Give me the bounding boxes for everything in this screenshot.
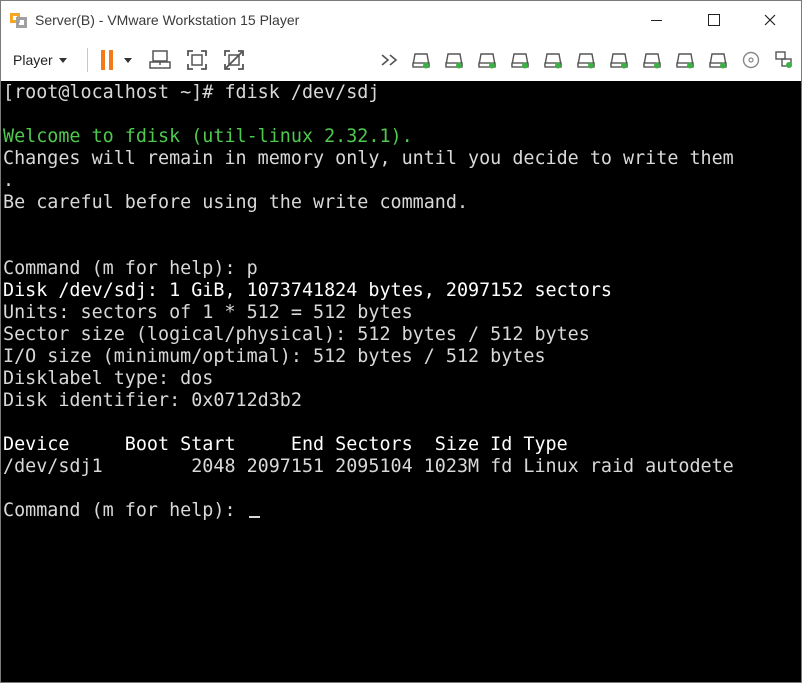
hard-disk-icon [610,53,628,69]
title-bar[interactable]: Server(B) - VMware Workstation 15 Player [1,1,801,39]
console-line-text: Command (m for help): [3,500,247,521]
console-line-text: Sector size (logical/physical): 512 byte… [3,324,590,345]
hard-disk-icon [676,53,694,69]
full-screen-icon [187,50,207,70]
send-ctrl-alt-del-button[interactable] [148,48,172,72]
hard-disk-device-button[interactable] [510,51,530,69]
console-line-text: Changes will remain in memory only, unti… [3,148,734,169]
maximize-icon [708,14,720,26]
hard-disk-device-button[interactable] [444,51,464,69]
close-icon [764,14,776,26]
hard-disk-device-button[interactable] [609,51,629,69]
console-line: Be careful before using the write comman… [3,192,468,214]
console-line-text: I/O size (minimum/optimal): 512 bytes / … [3,346,546,367]
power-menu-dropdown[interactable] [121,48,135,72]
console-line: Command (m for help): p [3,258,258,280]
hard-disk-device-button[interactable] [708,51,728,69]
minimize-button[interactable] [633,1,679,39]
console-line: Disk /dev/sdj: 1 GiB, 1073741824 bytes, … [3,280,612,302]
hard-disk-icon [544,53,562,69]
console-line: [root@localhost ~]# fdisk /dev/sdj [3,82,379,104]
minimize-icon [650,19,662,21]
console-line: Disklabel type: dos [3,368,213,390]
close-button[interactable] [747,1,793,39]
console-line: /dev/sdj1 2048 2097151 2095104 1023M fd … [3,456,734,478]
console-line-text: Device Boot Start End Sectors Size Id Ty… [3,434,568,455]
vm-console-screen[interactable]: [root@localhost ~]# fdisk /dev/sdj Welcom… [1,81,801,682]
vmware-logo-icon [10,11,28,29]
window-title: Server(B) - VMware Workstation 15 Player [35,12,300,28]
cd-rom-icon [742,51,760,69]
hard-disk-icon [412,53,430,69]
hard-disk-device-button[interactable] [543,51,563,69]
hard-disk-icon [445,53,463,69]
pause-icon [101,50,113,70]
more-devices-button[interactable] [379,48,401,72]
console-line-text: Command (m for help): p [3,258,258,279]
hard-disk-device-button[interactable] [642,51,662,69]
console-line: Changes will remain in memory only, unti… [3,148,734,170]
double-chevron-right-icon [381,54,398,66]
console-line: Units: sectors of 1 * 512 = 512 bytes [3,302,413,324]
console-line-text: Welcome to fdisk (util-linux 2.32.1). [3,126,413,147]
chevron-down-icon [124,57,132,63]
chevron-down-icon [58,57,67,63]
console-line-text: Be careful before using the write comman… [3,192,469,213]
send-keys-icon [149,50,171,69]
console-line: Command (m for help): [3,500,260,522]
network-adapter-icon [775,51,792,68]
unity-icon [224,50,244,70]
hard-disk-device-button[interactable] [675,51,695,69]
console-line: Disk identifier: 0x0712d3b2 [3,390,302,412]
hard-disk-icon [511,53,529,69]
hard-disk-icon [577,53,595,69]
hard-disk-icon [709,53,727,69]
console-line: I/O size (minimum/optimal): 512 bytes / … [3,346,546,368]
pause-button[interactable] [95,48,119,72]
vmware-player-window: Server(B) - VMware Workstation 15 Player… [0,0,802,683]
hard-disk-device-button[interactable] [411,51,431,69]
hard-disk-icon [478,53,496,69]
console-line: Welcome to fdisk (util-linux 2.32.1). [3,126,413,148]
hard-disk-icon [643,53,661,69]
toolbar-divider [87,48,88,72]
console-line-text: Disklabel type: dos [3,368,214,389]
player-menu-label: Player [13,52,53,68]
console-line-text: /dev/sdj1 2048 2097151 2095104 1023M fd … [3,456,734,477]
text-cursor [248,516,260,518]
console-line: Sector size (logical/physical): 512 byte… [3,324,590,346]
toolbar: Player [1,39,801,82]
hard-disk-device-button[interactable] [477,51,497,69]
console-line-text: . [3,170,15,191]
console-line: . [3,170,14,192]
hard-disk-device-button[interactable] [576,51,596,69]
unity-mode-button[interactable] [222,48,246,72]
console-line-text: Units: sectors of 1 * 512 = 512 bytes [3,302,413,323]
console-line-text: Disk identifier: 0x0712d3b2 [3,390,302,411]
network-adapter-device-button[interactable] [774,51,794,69]
cd-rom-device-button[interactable] [741,51,761,69]
console-line: Device Boot Start End Sectors Size Id Ty… [3,434,568,456]
player-menu-button[interactable]: Player [7,47,73,73]
console-line-text: [root@localhost ~]# fdisk /dev/sdj [3,82,380,103]
console-line-text: Disk /dev/sdj: 1 GiB, 1073741824 bytes, … [3,280,612,301]
maximize-button[interactable] [691,1,737,39]
full-screen-button[interactable] [185,48,209,72]
